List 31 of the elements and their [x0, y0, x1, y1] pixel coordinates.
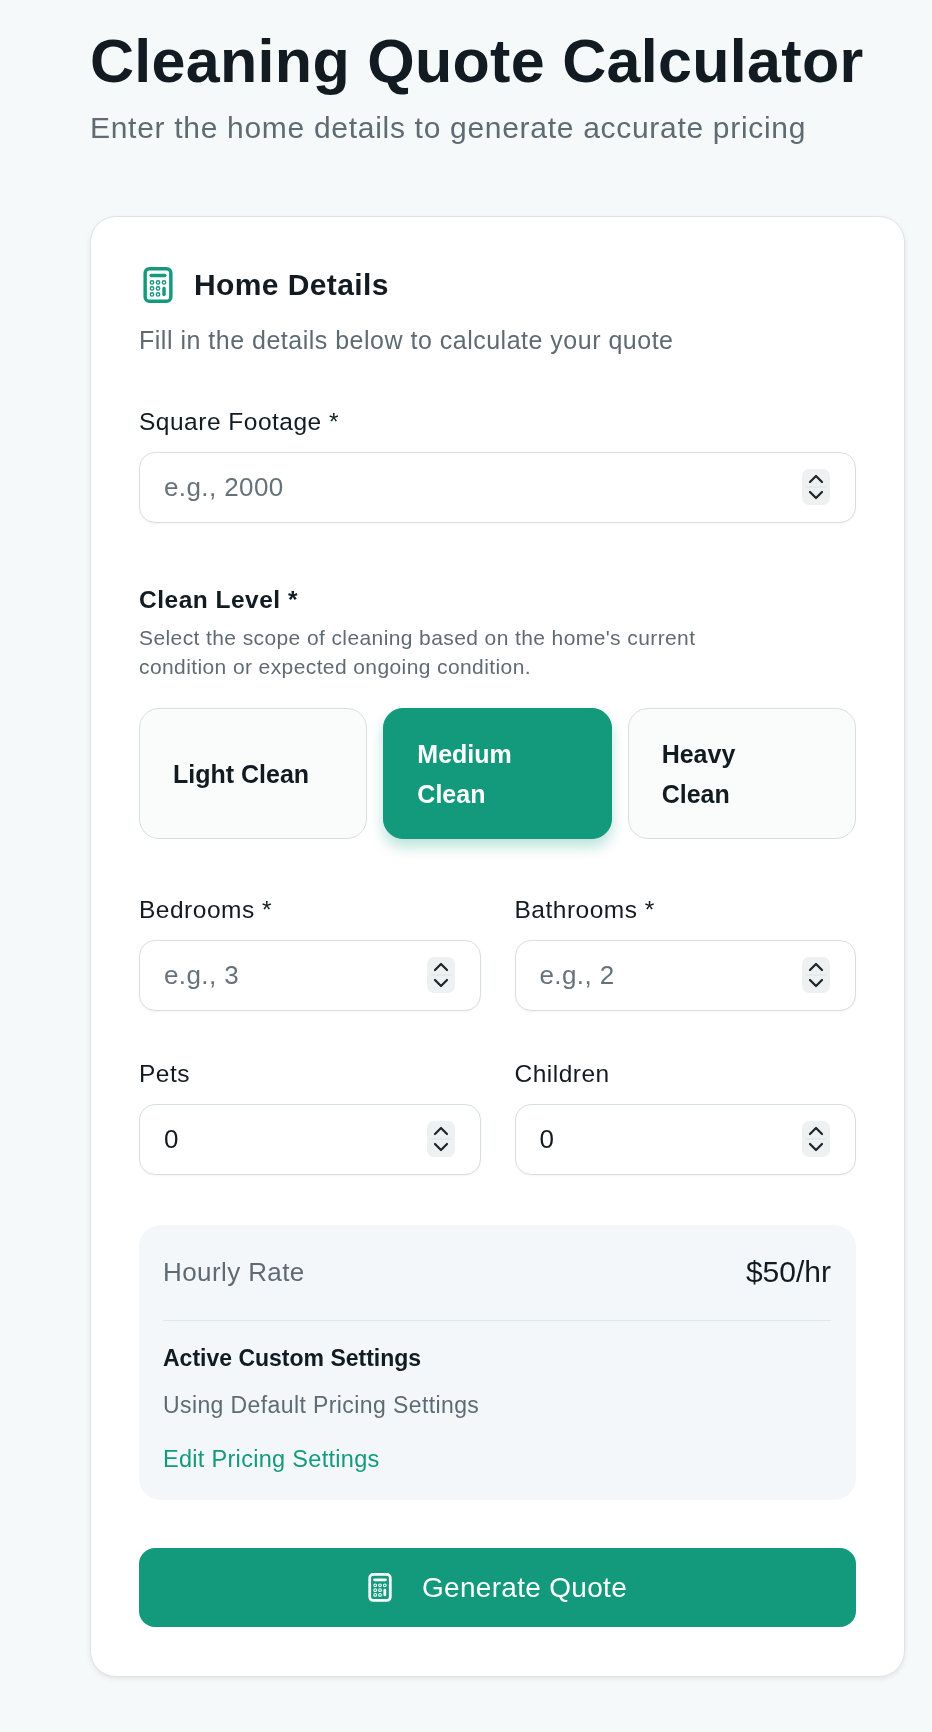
settings-title: Active Custom Settings — [163, 1344, 423, 1372]
rate-value: $50/hr — [745, 1257, 831, 1287]
settings-status: Using Default Pricing Settings — [163, 1391, 481, 1419]
card-title: Home Details — [194, 268, 389, 302]
calculator-icon — [368, 1573, 392, 1602]
help-text: Select the scope of cleaning based on the home's current condition or expected ongoing condition. — [139, 625, 697, 680]
field-label: Square Footage * — [139, 407, 341, 437]
card-description: Fill in the details below to calculate your quote — [139, 325, 675, 355]
number-field[interactable]: 0 — [139, 1104, 481, 1175]
field-label: Pets — [139, 1059, 192, 1089]
clean-level-option[interactable]: Light Clean — [139, 708, 368, 839]
field-label: Bedrooms * — [139, 895, 273, 925]
field-label: Children — [514, 1059, 611, 1089]
square-footage-field[interactable]: e.g., 2000 — [139, 452, 856, 523]
generate-quote-button[interactable]: Generate Quote — [139, 1548, 856, 1627]
page-title: Cleaning Quote Calculator — [90, 28, 865, 94]
up-down-arrows-icon[interactable] — [426, 957, 455, 993]
clean-level-option[interactable]: Medium Clean — [383, 708, 612, 839]
up-down-arrows-icon[interactable] — [426, 1121, 455, 1157]
field-label: Bathrooms * — [514, 895, 656, 925]
field-label: Clean Level * — [139, 585, 299, 615]
number-field[interactable]: e.g., 2 — [514, 940, 856, 1011]
clean-level-option[interactable]: Heavy Clean — [627, 708, 856, 839]
up-down-arrows-icon[interactable] — [802, 957, 830, 993]
number-field[interactable]: 0 — [514, 1104, 856, 1175]
page-subtitle: Enter the home details to generate accurate pricing — [90, 112, 808, 144]
number-field[interactable]: e.g., 3 — [139, 940, 481, 1011]
up-down-arrows-icon[interactable] — [802, 1121, 830, 1157]
up-down-arrows-icon[interactable] — [802, 469, 830, 505]
calculator-icon — [143, 267, 173, 303]
rate-label: Hourly Rate — [163, 1257, 305, 1287]
